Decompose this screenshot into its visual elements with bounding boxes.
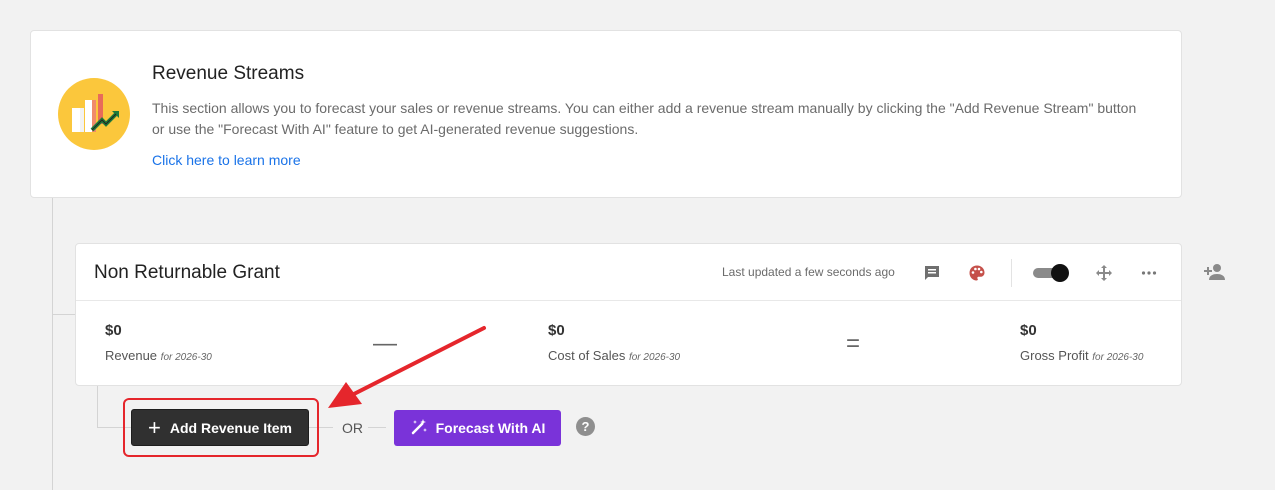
card-header: Non Returnable Grant Last updated a few … — [76, 244, 1181, 301]
gross-profit-period: for 2026-30 — [1092, 352, 1144, 363]
revenue-stream-card: Non Returnable Grant Last updated a few … — [75, 243, 1182, 386]
magic-wand-icon — [410, 418, 428, 439]
add-user-icon[interactable] — [1203, 260, 1227, 284]
tree-line — [97, 385, 98, 428]
help-icon[interactable]: ? — [576, 417, 595, 436]
header-divider — [1011, 259, 1012, 287]
revenue-streams-info-card: Revenue Streams This section allows you … — [30, 30, 1182, 198]
cost-of-sales-metric: $0 Cost of Sales for 2026-30 — [548, 322, 680, 363]
toggle-knob — [1051, 264, 1069, 282]
cost-of-sales-label: Cost of Sales — [548, 348, 626, 363]
annotation-arrow — [328, 326, 486, 408]
forecast-with-ai-button[interactable]: Forecast With AI — [394, 410, 561, 446]
gross-profit-metric: $0 Gross Profit for 2026-30 — [1020, 322, 1143, 363]
stream-title[interactable]: Non Returnable Grant — [94, 262, 280, 284]
comment-icon[interactable] — [921, 262, 943, 284]
revenue-metric: $0 Revenue for 2026-30 — [105, 322, 212, 363]
palette-icon[interactable] — [966, 262, 988, 284]
learn-more-link[interactable]: Click here to learn more — [152, 152, 301, 168]
or-line — [368, 427, 386, 428]
forecast-with-ai-label: Forecast With AI — [435, 420, 546, 436]
equals-operator: = — [846, 330, 861, 357]
last-updated-text: Last updated a few seconds ago — [722, 265, 895, 279]
gross-profit-label: Gross Profit — [1020, 348, 1089, 363]
add-revenue-item-button[interactable]: + Add Revenue Item — [131, 409, 309, 446]
cost-of-sales-value: $0 — [548, 322, 565, 339]
toggle-switch[interactable] — [1033, 264, 1069, 282]
section-description: This section allows you to forecast your… — [152, 100, 1137, 137]
plus-icon: + — [148, 414, 161, 440]
tree-line — [52, 314, 76, 315]
tree-line — [52, 197, 53, 490]
revenue-chart-icon — [58, 78, 130, 150]
cost-of-sales-period: for 2026-30 — [628, 352, 681, 363]
gross-profit-value: $0 — [1020, 322, 1037, 339]
add-revenue-item-label: Add Revenue Item — [169, 419, 292, 436]
revenue-value: $0 — [105, 322, 122, 339]
section-title: Revenue Streams — [152, 63, 305, 84]
revenue-label: Revenue — [105, 348, 158, 363]
revenue-period: for 2026-30 — [160, 352, 212, 363]
or-separator: OR — [342, 420, 363, 436]
move-icon[interactable] — [1093, 262, 1115, 284]
more-options-icon[interactable] — [1138, 262, 1160, 284]
